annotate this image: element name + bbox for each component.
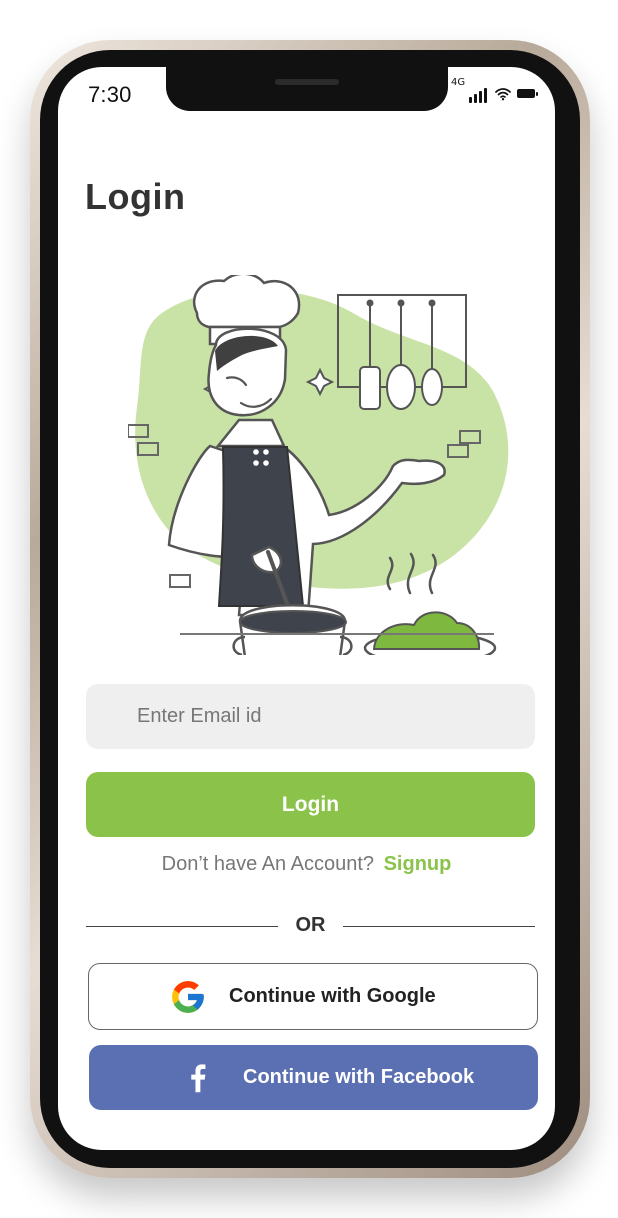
signup-row: Don’t have An Account? Signup [58, 853, 555, 876]
facebook-button-label: Continue with Facebook [243, 1066, 475, 1088]
email-field[interactable] [86, 684, 535, 749]
continue-with-google-button[interactable]: Continue with Google [88, 963, 538, 1030]
or-divider: OR [86, 914, 535, 938]
email-input[interactable] [135, 704, 535, 729]
facebook-icon [191, 1063, 206, 1092]
divider-line-left [86, 926, 278, 927]
login-screen: 7:30 4G Login Enter Email id Login Don’t… [58, 67, 555, 1150]
network-indicator: 4G [451, 77, 466, 88]
divider-line-right [343, 926, 535, 927]
device-notch [166, 67, 448, 111]
signup-link[interactable]: Signup [384, 853, 452, 875]
status-icons: 4G [451, 77, 538, 107]
login-button[interactable]: Login [86, 772, 535, 837]
signal-icon [469, 87, 491, 103]
divider-label: OR [295, 914, 326, 936]
wifi-icon [495, 88, 511, 101]
speaker-grill [275, 79, 339, 85]
google-button-label: Continue with Google [229, 985, 436, 1007]
google-icon [172, 980, 204, 1013]
status-time: 7:30 [88, 82, 132, 107]
signup-prompt: Don’t have An Account? [161, 853, 375, 875]
continue-with-facebook-button[interactable]: Continue with Facebook [89, 1045, 538, 1110]
battery-icon [517, 89, 538, 98]
page-title: Login [85, 176, 186, 217]
chef-cooking-illustration [128, 275, 509, 655]
